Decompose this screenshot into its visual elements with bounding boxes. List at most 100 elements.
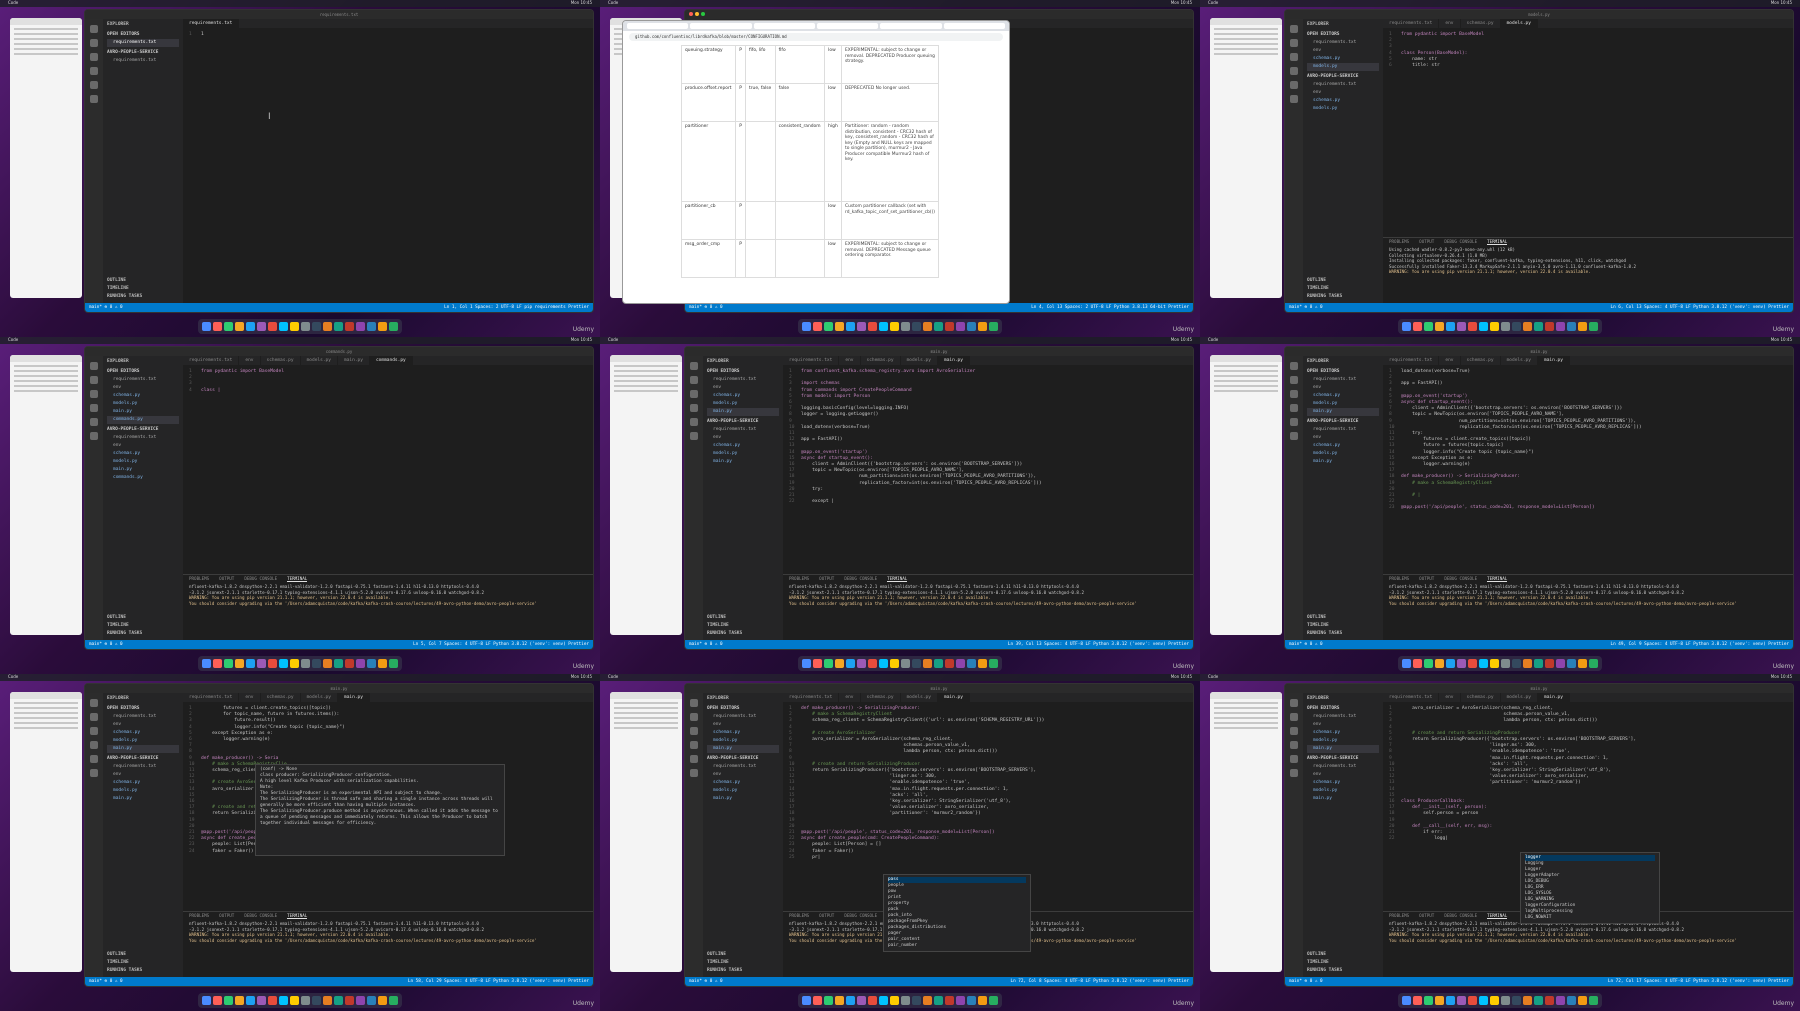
debug-console-tab[interactable]: DEBUG CONSOLE bbox=[844, 576, 877, 582]
dock-app-icon[interactable] bbox=[279, 996, 288, 1005]
terminal-tab[interactable]: TERMINAL bbox=[287, 576, 308, 583]
editor-tab[interactable]: env bbox=[1439, 356, 1461, 365]
extensions-icon[interactable] bbox=[90, 81, 98, 89]
open-editors-section[interactable]: OPEN EDITORS bbox=[107, 368, 179, 376]
dock-app-icon[interactable] bbox=[1523, 659, 1532, 668]
dock-app-icon[interactable] bbox=[1512, 996, 1521, 1005]
completion-item[interactable]: pair_number bbox=[888, 943, 1026, 949]
code-editor[interactable]: 1 from confluent_kafka.schema_registry.av… bbox=[783, 365, 1193, 574]
files-icon[interactable] bbox=[690, 362, 698, 370]
dock-app-icon[interactable] bbox=[1479, 996, 1488, 1005]
file-tree-item[interactable]: env bbox=[707, 771, 779, 779]
status-details[interactable]: Ln 6, Col 13 Spaces: 4 UTF-8 LF Python 3… bbox=[1611, 303, 1790, 312]
dock-app-icon[interactable] bbox=[967, 322, 976, 331]
dock-app-icon[interactable] bbox=[923, 659, 932, 668]
open-editor-item[interactable]: env bbox=[707, 721, 779, 729]
output-tab[interactable]: OUTPUT bbox=[819, 913, 834, 919]
dock-app-icon[interactable] bbox=[1479, 659, 1488, 668]
editor-tab[interactable]: models.py bbox=[301, 356, 338, 365]
run-debug-icon[interactable] bbox=[1290, 404, 1298, 412]
file-tree-item[interactable]: models.py bbox=[1307, 105, 1379, 113]
file-tree-item[interactable]: schemas.py bbox=[107, 450, 179, 458]
dock-app-icon[interactable] bbox=[1501, 659, 1510, 668]
dock-app-icon[interactable] bbox=[246, 996, 255, 1005]
search-icon[interactable] bbox=[90, 713, 98, 721]
dock-app-icon[interactable] bbox=[1468, 659, 1477, 668]
project-folder[interactable]: AVRO-PEOPLE-SERVICE bbox=[107, 426, 179, 434]
open-editor-item[interactable]: models.py bbox=[107, 400, 179, 408]
output-tab[interactable]: OUTPUT bbox=[1419, 913, 1434, 919]
dock-app-icon[interactable] bbox=[846, 659, 855, 668]
dock-app-icon[interactable] bbox=[356, 322, 365, 331]
dock-app-icon[interactable] bbox=[1545, 322, 1554, 331]
timeline-section[interactable]: TIMELINE bbox=[1307, 959, 1342, 967]
status-branch[interactable]: main* ⊗ 0 ⚠ 0 bbox=[89, 977, 123, 986]
dock-app-icon[interactable] bbox=[868, 996, 877, 1005]
timeline-section[interactable]: TIMELINE bbox=[107, 285, 142, 293]
source-control-icon[interactable] bbox=[1290, 53, 1298, 61]
dock-app-icon[interactable] bbox=[323, 322, 332, 331]
file-tree-item[interactable]: env bbox=[707, 434, 779, 442]
open-editor-item[interactable]: commands.py bbox=[107, 416, 179, 424]
open-editor-item[interactable]: main.py bbox=[107, 408, 179, 416]
dock-app-icon[interactable] bbox=[901, 996, 910, 1005]
editor-tab[interactable]: schemas.py bbox=[861, 693, 901, 702]
docker-icon[interactable] bbox=[690, 769, 698, 777]
dock-app-icon[interactable] bbox=[378, 322, 387, 331]
dock-app-icon[interactable] bbox=[934, 659, 943, 668]
timeline-section[interactable]: TIMELINE bbox=[707, 959, 742, 967]
editor-tab[interactable]: main.py bbox=[1537, 356, 1570, 365]
dock-app-icon[interactable] bbox=[956, 996, 965, 1005]
dock-app-icon[interactable] bbox=[312, 322, 321, 331]
dock-app-icon[interactable] bbox=[345, 659, 354, 668]
dock-app-icon[interactable] bbox=[835, 996, 844, 1005]
dock-app-icon[interactable] bbox=[334, 322, 343, 331]
dock-app-icon[interactable] bbox=[246, 659, 255, 668]
editor-tab[interactable]: schemas.py bbox=[1461, 356, 1501, 365]
editor-tab[interactable]: main.py bbox=[337, 693, 370, 702]
file-tree-item[interactable]: requirements.txt bbox=[107, 434, 179, 442]
code-editor[interactable]: 11 bbox=[183, 28, 593, 303]
dock-app-icon[interactable] bbox=[367, 996, 376, 1005]
file-tree-item[interactable]: schemas.py bbox=[707, 779, 779, 787]
status-branch[interactable]: main* ⊗ 0 ⚠ 0 bbox=[1289, 303, 1323, 312]
dock-app-icon[interactable] bbox=[268, 659, 277, 668]
running-tasks-section[interactable]: RUNNING TASKS bbox=[107, 293, 142, 301]
files-icon[interactable] bbox=[90, 362, 98, 370]
editor-tab[interactable]: models.py bbox=[301, 693, 338, 702]
dock-app-icon[interactable] bbox=[1589, 996, 1598, 1005]
dock-app-icon[interactable] bbox=[1534, 322, 1543, 331]
extensions-icon[interactable] bbox=[690, 418, 698, 426]
file-tree-item[interactable]: main.py bbox=[107, 795, 179, 803]
dock-app-icon[interactable] bbox=[923, 322, 932, 331]
dock-app-icon[interactable] bbox=[813, 659, 822, 668]
dock-app-icon[interactable] bbox=[1446, 996, 1455, 1005]
dock-app-icon[interactable] bbox=[1446, 659, 1455, 668]
extensions-icon[interactable] bbox=[1290, 418, 1298, 426]
dock-app-icon[interactable] bbox=[802, 322, 811, 331]
browser-tab[interactable] bbox=[627, 23, 689, 29]
dock-app-icon[interactable] bbox=[235, 322, 244, 331]
dock-app-icon[interactable] bbox=[967, 659, 976, 668]
file-tree-item[interactable]: requirements.txt bbox=[107, 57, 179, 65]
status-details[interactable]: Ln 1, Col 1 Spaces: 2 UTF-8 LF pip requi… bbox=[444, 303, 589, 312]
dock-app-icon[interactable] bbox=[802, 659, 811, 668]
open-editor-item[interactable]: env bbox=[1307, 47, 1379, 55]
status-details[interactable]: Ln 49, Col 9 Spaces: 4 UTF-8 LF Python 3… bbox=[1611, 640, 1790, 649]
dock-app-icon[interactable] bbox=[345, 996, 354, 1005]
status-details[interactable]: Ln 72, Col 8 Spaces: 4 UTF-8 LF Python 3… bbox=[1011, 977, 1190, 986]
running-tasks-section[interactable]: RUNNING TASKS bbox=[1307, 630, 1342, 638]
run-debug-icon[interactable] bbox=[1290, 67, 1298, 75]
open-editor-item[interactable]: env bbox=[107, 384, 179, 392]
file-tree-item[interactable]: env bbox=[1307, 89, 1379, 97]
project-folder[interactable]: AVRO-PEOPLE-SERVICE bbox=[1307, 73, 1379, 81]
browser-tab[interactable] bbox=[880, 23, 942, 29]
terminal-panel[interactable]: PROBLEMS OUTPUT DEBUG CONSOLE TERMINAL Using… bbox=[1383, 237, 1793, 303]
dock-app-icon[interactable] bbox=[301, 322, 310, 331]
dock-app-icon[interactable] bbox=[912, 322, 921, 331]
editor-tab[interactable]: schemas.py bbox=[1461, 693, 1501, 702]
dock-app-icon[interactable] bbox=[1567, 996, 1576, 1005]
debug-console-tab[interactable]: DEBUG CONSOLE bbox=[1444, 576, 1477, 582]
file-tree-item[interactable]: schemas.py bbox=[1307, 779, 1379, 787]
editor-tab[interactable]: schemas.py bbox=[261, 356, 301, 365]
